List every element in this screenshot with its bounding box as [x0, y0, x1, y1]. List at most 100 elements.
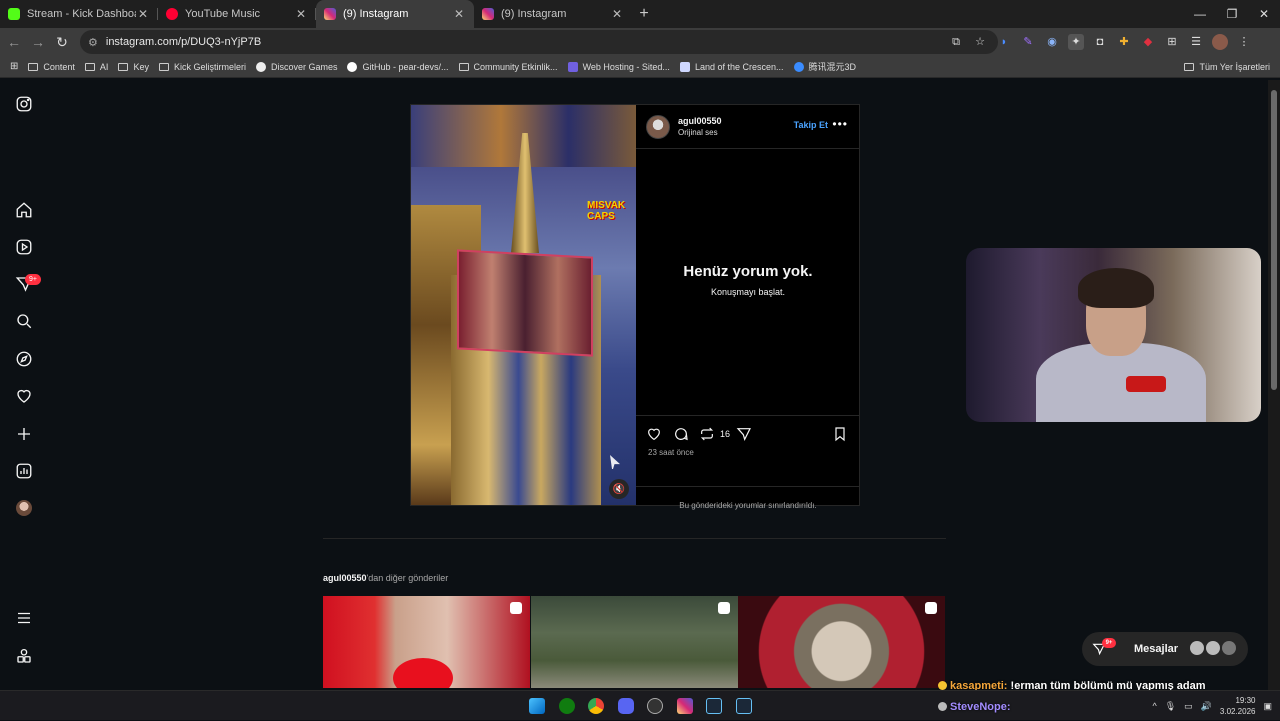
bookmark-hunyuan[interactable]: 腾讯混元3D	[793, 60, 856, 73]
audio-label[interactable]: Orijinal ses	[678, 127, 722, 139]
bookmark-kick[interactable]: Kick Geliştirmeleri	[158, 61, 246, 72]
extension-icon[interactable]: ◗	[996, 34, 1012, 50]
save-bookmark-icon[interactable]	[832, 426, 850, 444]
home-icon[interactable]	[14, 200, 34, 220]
bookmark-label: Tüm Yer İşaretleri	[1199, 62, 1270, 72]
bookmark-community[interactable]: Community Etkinlik...	[458, 62, 558, 72]
bookmark-web-hosting[interactable]: Web Hosting - Sited...	[567, 61, 670, 72]
reading-list-icon[interactable]: ☰	[1188, 34, 1204, 50]
extension-icon[interactable]: ✚	[1116, 34, 1132, 50]
create-plus-icon[interactable]	[14, 424, 34, 444]
reload-icon[interactable]: ↻	[50, 34, 74, 51]
kick-icon	[8, 8, 20, 20]
back-icon[interactable]: ←	[2, 34, 26, 50]
close-icon[interactable]: ✕	[452, 7, 466, 21]
restore-icon[interactable]: ❐	[1216, 0, 1248, 28]
tab-instagram[interactable]: (9) Instagram ✕	[474, 0, 632, 28]
insights-icon[interactable]	[14, 461, 34, 481]
follow-button[interactable]: Takip Et	[794, 120, 828, 130]
close-icon[interactable]: ✕	[136, 7, 150, 21]
more-options-icon[interactable]: •••	[832, 117, 848, 131]
network-icon[interactable]: ▭	[1184, 701, 1193, 712]
post-thumbnail[interactable]	[323, 596, 530, 688]
system-tray: ^ 🎙 ▭ 🔊 19:30 3.02.2026 ▣	[1152, 691, 1272, 721]
xbox-icon[interactable]	[559, 698, 575, 714]
menu-dots-icon[interactable]: ⋮	[1236, 34, 1252, 50]
extension-icon[interactable]: ◉	[1044, 34, 1060, 50]
tab-youtube-music[interactable]: YouTube Music ✕	[158, 0, 316, 28]
like-heart-icon[interactable]	[646, 426, 664, 444]
close-icon[interactable]: ✕	[294, 7, 308, 21]
instagram-icon[interactable]	[677, 698, 693, 714]
author-avatar[interactable]	[646, 114, 670, 139]
instagram-logo-icon[interactable]	[14, 94, 34, 114]
bookmark-label: Content	[43, 61, 75, 72]
forward-icon[interactable]: →	[26, 34, 50, 50]
repost-icon[interactable]	[699, 426, 717, 444]
scrollbar-thumb[interactable]	[1271, 90, 1277, 390]
bookmark-star-icon[interactable]: ☆	[972, 34, 988, 50]
url-field[interactable]: ⚙ instagram.com/p/DUQ3-nYjP7B	[80, 30, 998, 54]
messages-pill[interactable]: 9+ Mesajlar	[1082, 632, 1248, 666]
also-from-meta-icon[interactable]	[14, 646, 34, 666]
extension-icon[interactable]: ✦	[1068, 34, 1084, 50]
discord-icon[interactable]	[618, 698, 634, 714]
bookmark-discover-games[interactable]: Discover Games	[255, 61, 337, 72]
search-icon[interactable]	[14, 311, 34, 331]
bookmark-content[interactable]: Content	[28, 62, 75, 72]
more-posts-username[interactable]: agul00550	[323, 573, 367, 583]
volume-icon[interactable]: 🔊	[1201, 701, 1212, 712]
microphone-icon[interactable]: 🎙	[1165, 701, 1176, 712]
profile-avatar[interactable]	[1212, 34, 1228, 50]
bookmark-land-crescent[interactable]: Land of the Crescen...	[679, 61, 784, 72]
tab-title: (9) Instagram	[343, 8, 409, 20]
install-app-icon[interactable]: ⧉	[948, 34, 964, 50]
bookmark-label: Kick Geliştirmeleri	[173, 61, 246, 72]
all-bookmarks[interactable]: Tüm Yer İşaretleri	[1184, 56, 1270, 78]
tab-kick[interactable]: Stream - Kick Dashboard ✕	[0, 0, 158, 28]
mute-icon[interactable]: 🔇	[609, 479, 629, 499]
start-icon[interactable]	[529, 698, 545, 714]
site-info-icon[interactable]: ⚙	[88, 36, 98, 49]
taskbar: ^ 🎙 ▭ 🔊 19:30 3.02.2026 ▣	[0, 690, 1280, 720]
author-username[interactable]: agul00550	[678, 116, 722, 126]
messages-badge: 9+	[1102, 638, 1116, 648]
chrome-icon[interactable]	[588, 698, 604, 714]
new-tab-button[interactable]: +	[632, 0, 656, 28]
comment-icon[interactable]	[673, 426, 691, 444]
steam-icon[interactable]	[736, 698, 752, 714]
bookmark-key[interactable]: Key	[118, 62, 149, 72]
reels-icon[interactable]	[14, 237, 34, 257]
apps-grid-icon[interactable]: ⊞	[10, 61, 18, 72]
minimize-icon[interactable]: —	[1184, 0, 1216, 28]
tab-title: Stream - Kick Dashboard	[27, 8, 136, 20]
notifications-heart-icon[interactable]	[14, 386, 34, 406]
tab-instagram-active[interactable]: (9) Instagram ✕	[316, 0, 474, 28]
explore-icon[interactable]	[14, 349, 34, 369]
clock[interactable]: 19:30 3.02.2026	[1220, 695, 1256, 717]
empty-comments: Henüz yorum yok. Konuşmayı başlat.	[636, 263, 860, 297]
window-controls: — ❐ ✕	[1184, 0, 1280, 28]
post-thumbnail[interactable]	[738, 596, 945, 688]
close-icon[interactable]: ✕	[610, 7, 624, 21]
extension-icon[interactable]: ◘	[1092, 34, 1108, 50]
more-menu-icon[interactable]	[14, 608, 34, 628]
reel-icon	[925, 602, 937, 614]
extensions-puzzle-icon[interactable]: ⊞	[1164, 34, 1180, 50]
obs-icon[interactable]	[647, 698, 663, 714]
extension-icon[interactable]: ✎	[1020, 34, 1036, 50]
share-icon[interactable]	[736, 426, 754, 444]
chat-username: SteveNope:	[950, 701, 1011, 713]
steam-icon[interactable]	[706, 698, 722, 714]
notification-center-icon[interactable]: ▣	[1263, 701, 1272, 712]
page-scrollbar[interactable]	[1268, 80, 1280, 690]
reel-icon	[510, 602, 522, 614]
extension-icon[interactable]: ◆	[1140, 34, 1156, 50]
chevron-up-icon[interactable]: ^	[1152, 701, 1156, 711]
post-thumbnail[interactable]	[531, 596, 738, 688]
close-window-icon[interactable]: ✕	[1248, 0, 1280, 28]
profile-avatar[interactable]	[14, 498, 34, 518]
post-video[interactable]: MISVAK CAPS 🔇	[411, 105, 636, 505]
bookmark-github[interactable]: GitHub - pear-devs/...	[347, 61, 449, 72]
bookmark-ai[interactable]: AI	[84, 62, 108, 72]
